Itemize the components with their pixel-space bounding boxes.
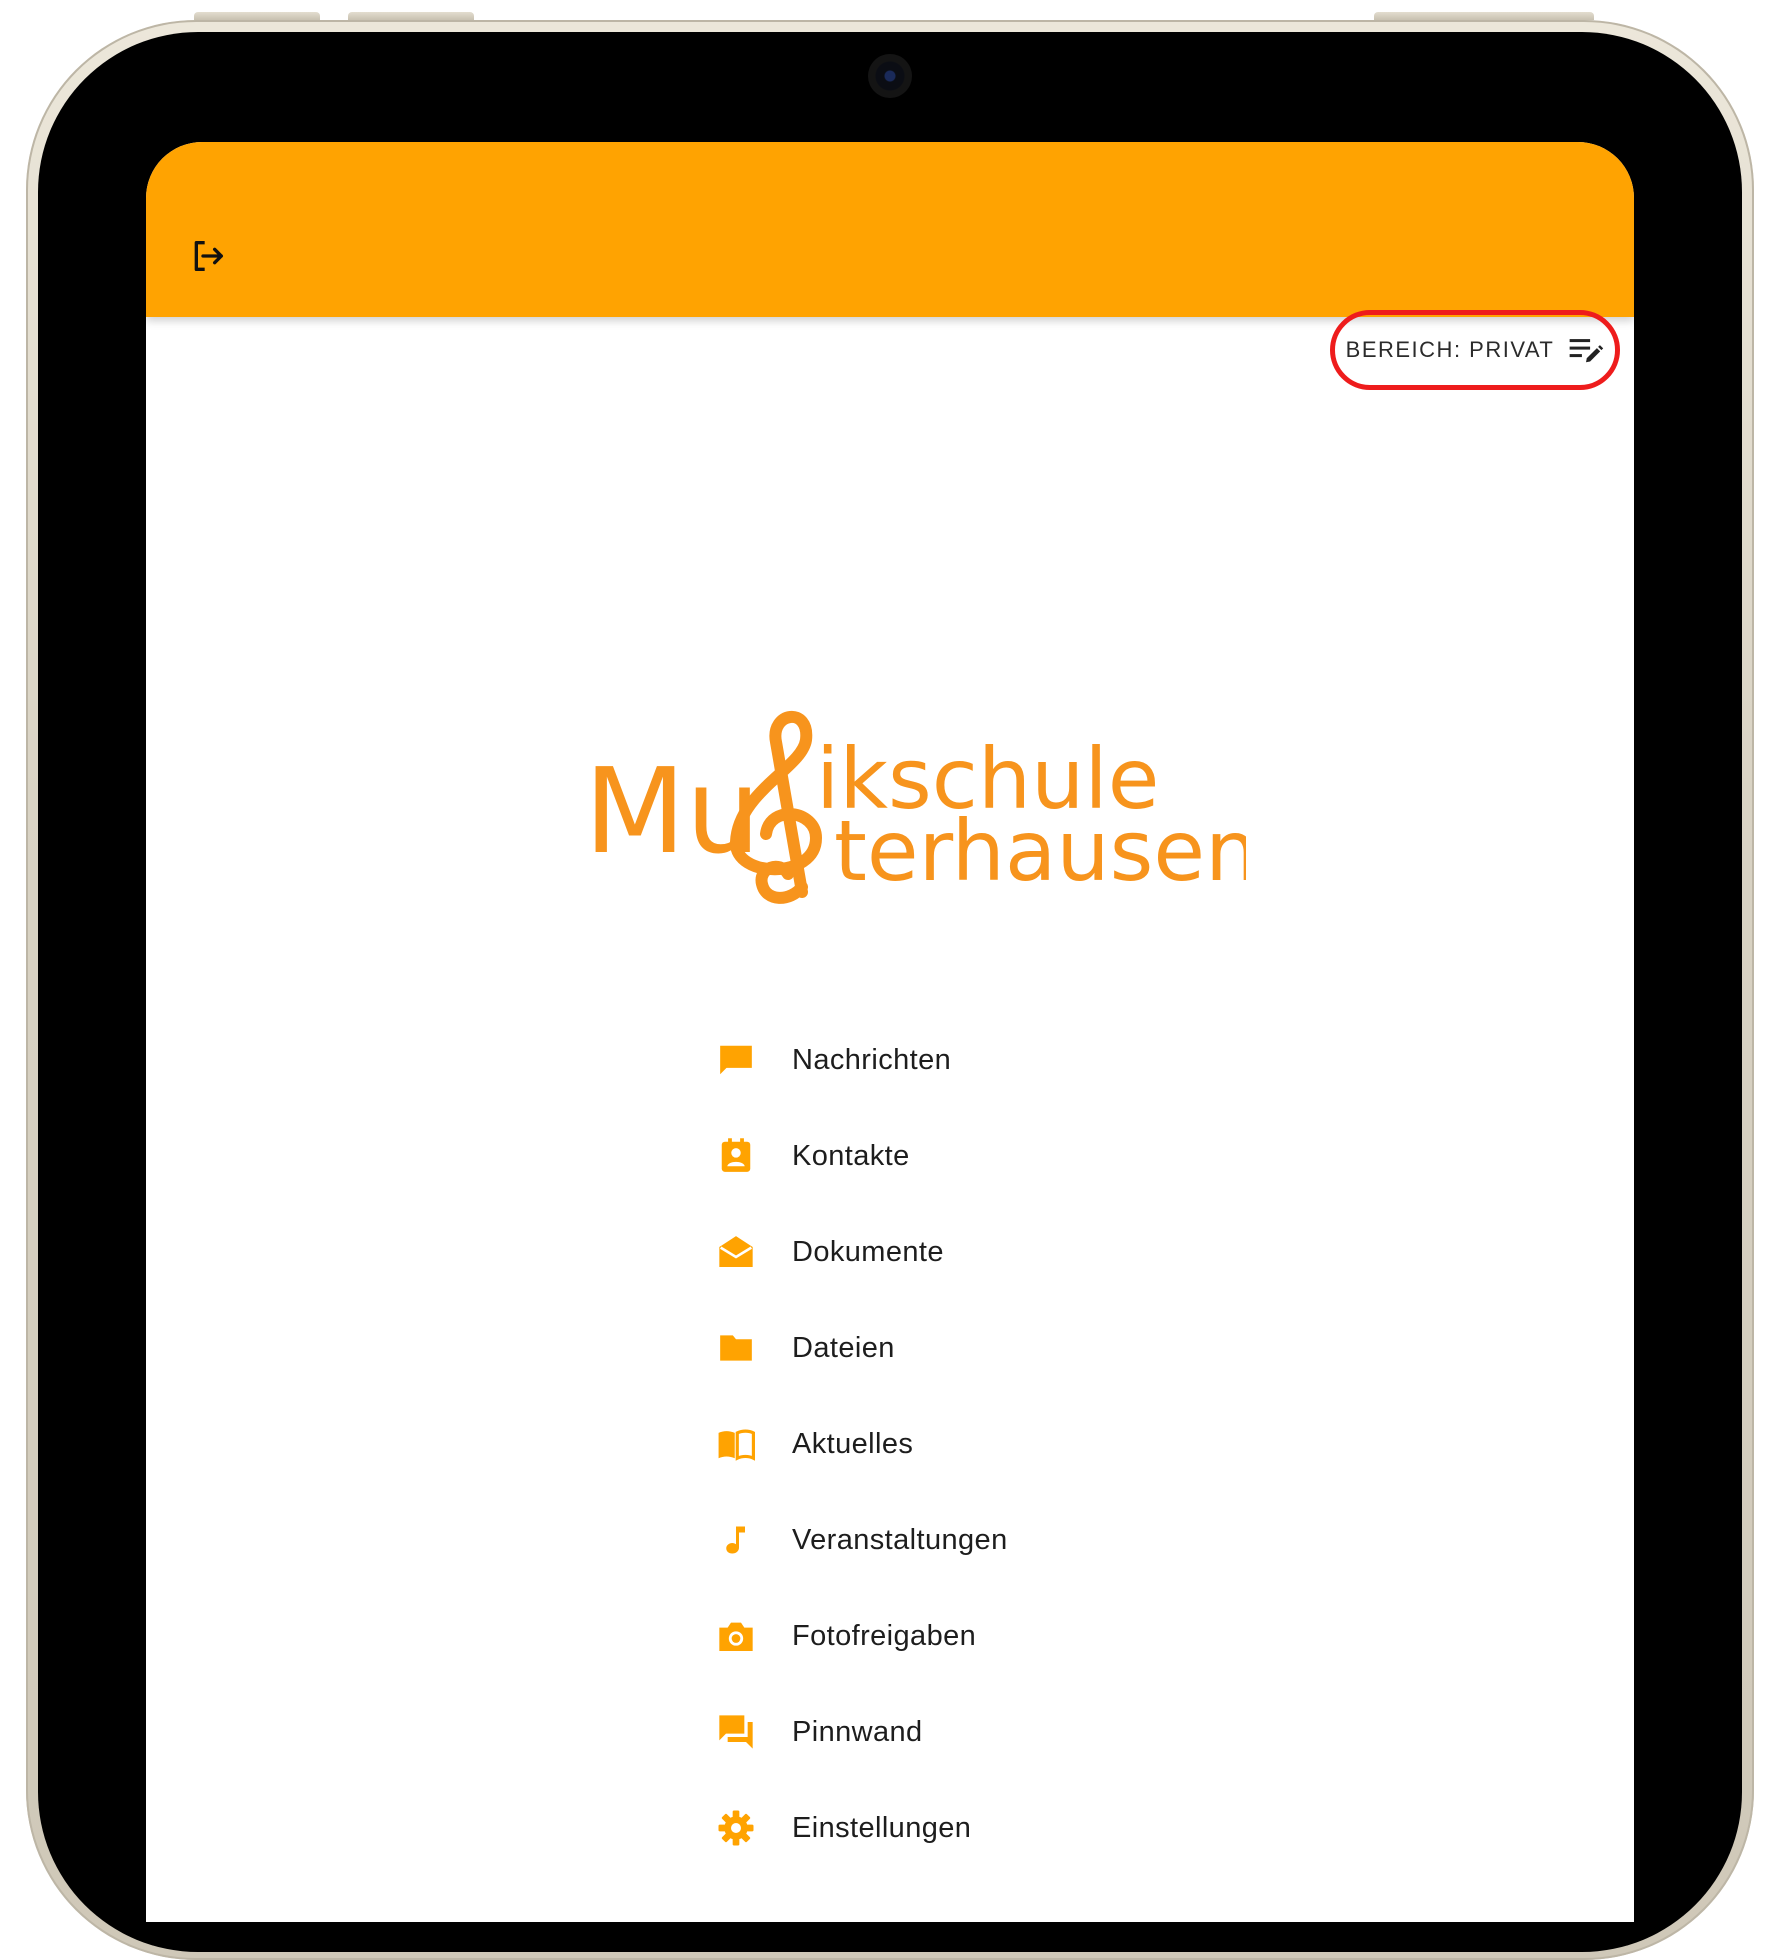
menu-item-label: Einstellungen	[792, 1811, 972, 1844]
app-bar	[146, 142, 1634, 317]
logout-button[interactable]	[184, 232, 232, 280]
logo-text-line2: terhausen	[834, 802, 1246, 900]
gear-icon	[714, 1806, 758, 1850]
menu-item-label: Fotofreigaben	[792, 1619, 977, 1652]
volume-up-button	[194, 12, 320, 20]
app-screen: BEREICH: PRIVAT Mu ikschule terhausen Na…	[146, 142, 1634, 1922]
musikschule-logo: Mu ikschule terhausen	[584, 710, 1246, 904]
menu-item-fotofreigaben[interactable]: Fotofreigaben	[714, 1588, 1214, 1684]
music-note-icon	[714, 1518, 758, 1562]
book-open-icon	[714, 1422, 758, 1466]
edit-list-icon	[1569, 339, 1604, 363]
camera-icon	[714, 1614, 758, 1658]
logout-icon	[194, 241, 223, 271]
menu-item-label: Aktuelles	[792, 1427, 914, 1460]
menu-item-einstellungen[interactable]: Einstellungen	[714, 1780, 1214, 1876]
open-envelope-icon	[714, 1230, 758, 1274]
main-menu: Nachrichten Kontakte Dokumente Dateien A…	[714, 1012, 1214, 1876]
menu-item-veranstaltungen[interactable]: Veranstaltungen	[714, 1492, 1214, 1588]
area-switch-button[interactable]: BEREICH: PRIVAT	[1330, 310, 1620, 390]
contact-card-icon	[714, 1134, 758, 1178]
menu-item-label: Dateien	[792, 1331, 895, 1364]
menu-item-label: Kontakte	[792, 1139, 910, 1172]
front-camera	[868, 54, 912, 98]
logo-text-mu: Mu	[584, 742, 761, 880]
menu-item-kontakte[interactable]: Kontakte	[714, 1108, 1214, 1204]
power-button	[1374, 12, 1594, 20]
area-switch-label: BEREICH: PRIVAT	[1345, 337, 1555, 362]
menu-item-nachrichten[interactable]: Nachrichten	[714, 1012, 1214, 1108]
menu-item-label: Nachrichten	[792, 1043, 952, 1076]
menu-item-label: Pinnwand	[792, 1715, 923, 1748]
menu-item-aktuelles[interactable]: Aktuelles	[714, 1396, 1214, 1492]
volume-down-button	[348, 12, 474, 20]
folder-icon	[714, 1326, 758, 1370]
menu-item-pinnwand[interactable]: Pinnwand	[714, 1684, 1214, 1780]
menu-item-dokumente[interactable]: Dokumente	[714, 1204, 1214, 1300]
menu-item-dateien[interactable]: Dateien	[714, 1300, 1214, 1396]
menu-item-label: Dokumente	[792, 1235, 944, 1268]
menu-item-label: Veranstaltungen	[792, 1523, 1008, 1556]
chat-bubble-icon	[714, 1038, 758, 1082]
forum-icon	[714, 1710, 758, 1754]
